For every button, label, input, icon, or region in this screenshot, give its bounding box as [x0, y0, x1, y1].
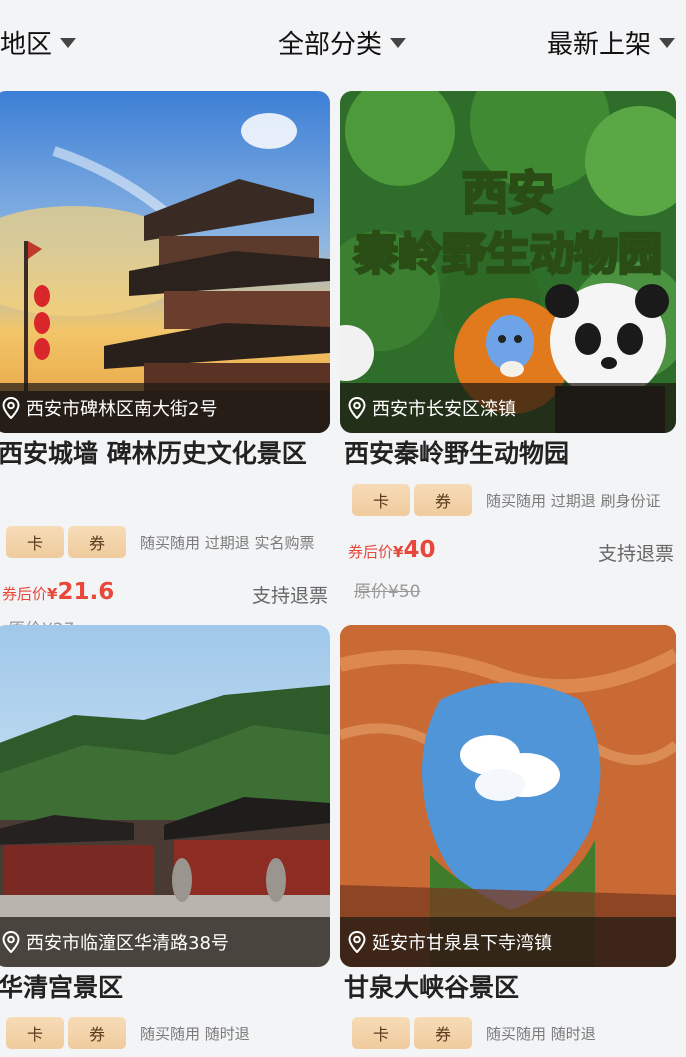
banner-title-line1: 西安	[462, 166, 554, 220]
address-text: 西安市碑林区南大街2号	[26, 399, 218, 420]
address-text: 延安市甘泉县下寺湾镇	[372, 933, 552, 954]
product-title[interactable]: 西安城墙 碑林历史文化景区	[0, 433, 318, 475]
card-tag: 卡	[6, 1017, 64, 1049]
location-pin-icon	[348, 397, 366, 419]
location-pin-icon	[2, 397, 20, 419]
category-filter[interactable]: 全部分类	[278, 24, 407, 60]
coupon-tag: 券	[414, 484, 472, 516]
price-currency: ¥	[393, 543, 404, 561]
tag-row: 卡 券 随买随用 过期退 刷身份证	[352, 484, 661, 516]
caret-down-icon	[659, 38, 676, 48]
product-image-huaqing[interactable]: 西安市临潼区华清路38号	[0, 625, 330, 967]
card-tag: 卡	[352, 484, 410, 516]
original-price: 原价¥50	[354, 582, 421, 602]
coupon-tag: 券	[68, 1017, 126, 1049]
category-filter-label: 全部分类	[278, 29, 383, 60]
canyon-photo	[340, 625, 676, 967]
refund-label: 支持退票	[252, 585, 329, 607]
address-overlay: 西安市长安区滦镇	[340, 383, 676, 433]
filter-bar: 地区 全部分类 最新上架	[0, 0, 686, 84]
product-title[interactable]: 甘泉大峡谷景区	[344, 967, 664, 1009]
huaqing-palace-photo	[0, 625, 330, 967]
product-card-canyon[interactable]: 延安市甘泉县下寺湾镇 甘泉大峡谷景区 卡 券 随买随用 随时退	[340, 625, 676, 1057]
location-pin-icon	[2, 931, 20, 953]
product-image-canyon[interactable]: 延安市甘泉县下寺湾镇	[340, 625, 676, 967]
sort-filter-label: 最新上架	[547, 29, 652, 60]
product-image-zoo[interactable]: 西安 秦岭野生动物园 西安市长安区滦镇	[340, 91, 676, 433]
coupon-tag: 券	[414, 1017, 472, 1049]
tag-row: 卡 券 随买随用 随时退	[6, 1017, 250, 1049]
product-card-zoo[interactable]: 西安 秦岭野生动物园 西安市长安区滦镇 西安秦岭野生动物园 卡 券 随买随用 过…	[340, 91, 676, 625]
sort-filter[interactable]: 最新上架	[547, 24, 676, 60]
address-text: 西安市长安区滦镇	[372, 399, 516, 420]
policy-text: 随买随用 随时退	[140, 1024, 250, 1043]
tag-row: 卡 券 随买随用 过期退 实名购票	[6, 526, 315, 558]
product-title[interactable]: 华清宫景区	[0, 967, 318, 1009]
policy-text: 随买随用 过期退 刷身份证	[486, 491, 661, 510]
price-value: 21.6	[57, 579, 115, 605]
price-currency: ¥	[47, 585, 58, 603]
caret-down-icon	[60, 38, 77, 48]
city-wall-photo	[0, 91, 330, 433]
product-card-city-wall[interactable]: 西安市碑林区南大街2号 西安城墙 碑林历史文化景区 卡 券 随买随用 过期退 实…	[0, 91, 330, 640]
banner-title-line2: 秦岭野生动物园	[353, 229, 662, 280]
policy-text: 随买随用 随时退	[486, 1024, 596, 1043]
price-prefix: 券后价	[348, 543, 394, 561]
address-overlay: 延安市甘泉县下寺湾镇	[340, 917, 676, 967]
coupon-tag: 券	[68, 526, 126, 558]
tag-row: 卡 券 随买随用 随时退	[352, 1017, 596, 1049]
region-filter[interactable]: 地区	[0, 24, 77, 60]
refund-label: 支持退票	[598, 543, 675, 565]
product-image-city-wall[interactable]: 西安市碑林区南大街2号	[0, 91, 330, 433]
caret-down-icon	[390, 38, 407, 48]
price-row: 券后价 ¥ 21.6	[2, 579, 114, 605]
price-row: 券后价 ¥ 40	[348, 537, 435, 563]
card-tag: 卡	[352, 1017, 410, 1049]
price-prefix: 券后价	[2, 585, 48, 603]
price-value: 40	[403, 537, 436, 563]
card-tag: 卡	[6, 526, 64, 558]
product-card-huaqing[interactable]: 西安市临潼区华清路38号 华清宫景区 卡 券 随买随用 随时退	[0, 625, 330, 1057]
region-filter-label: 地区	[0, 29, 53, 60]
product-title[interactable]: 西安秦岭野生动物园	[344, 433, 664, 475]
address-text: 西安市临潼区华清路38号	[26, 933, 229, 954]
address-overlay: 西安市碑林区南大街2号	[0, 383, 330, 433]
policy-text: 随买随用 过期退 实名购票	[140, 533, 315, 552]
address-overlay: 西安市临潼区华清路38号	[0, 917, 330, 967]
zoo-banner-image: 西安 秦岭野生动物园	[340, 91, 676, 433]
location-pin-icon	[348, 931, 366, 953]
